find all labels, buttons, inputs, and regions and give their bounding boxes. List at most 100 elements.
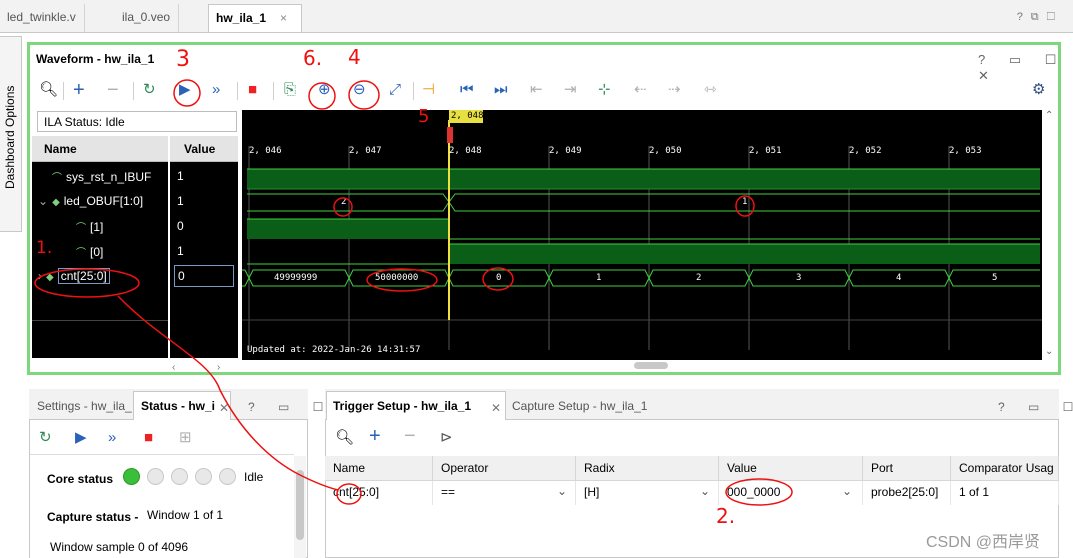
trigger-radix-select[interactable]: [H] ⌄ [576, 481, 719, 505]
zoom-in-icon[interactable]: ⊕ [318, 80, 331, 100]
updated-timestamp: Updated at: 2022-Jan-26 14:31:57 [247, 345, 421, 355]
signal-row[interactable]: ⌒ [1] [76, 219, 103, 234]
auto-trigger-icon[interactable]: ↻ [143, 80, 156, 100]
zoom-out-icon[interactable]: ⊖ [353, 80, 366, 100]
run-immediate-icon[interactable]: » [108, 428, 116, 448]
time-tick: 2, 051 [749, 146, 782, 156]
export-icon[interactable]: ⎘ [284, 80, 296, 100]
core-status-label: Core status [47, 472, 114, 486]
tab-status[interactable]: Status - hw_i [141, 399, 215, 413]
time-tick: 2, 046 [249, 146, 282, 156]
bus-value: 1 [742, 197, 748, 207]
bus-signal-icon: ◆ [46, 272, 54, 283]
go-to-start-icon[interactable]: ⏮ [460, 80, 474, 100]
tab-trigger-setup[interactable]: Trigger Setup - hw_ila_1 [333, 399, 471, 413]
file-tab-hw-ila[interactable]: hw_ila_1 × [208, 4, 302, 32]
auto-trigger-icon[interactable]: ↻ [39, 428, 52, 448]
bus-value: 3 [796, 273, 802, 283]
next-transition-icon[interactable]: ⇥ [564, 80, 577, 100]
annotation-step-2: 2. [716, 504, 736, 528]
signal-row[interactable]: ⌄ ◆ led_OBUF[1:0] [38, 194, 143, 208]
swap-cursors-icon[interactable]: ⇿ [704, 80, 717, 100]
file-tab-ila-veo[interactable]: ila_0.veo [115, 4, 180, 32]
close-tab-icon[interactable]: ✕ [219, 401, 229, 415]
trigger-probe-name[interactable]: cnt[25:0] [325, 481, 433, 505]
trigger-operator-select[interactable]: == ⌄ [433, 481, 576, 505]
name-column-header[interactable]: Name [32, 136, 168, 162]
chevron-down-icon[interactable]: ⌄ [557, 484, 567, 498]
file-tab-label: ila_0.veo [122, 10, 171, 24]
close-tab-icon[interactable]: ✕ [491, 401, 501, 415]
window-controls[interactable]: ?⧉☐ [1017, 11, 1063, 24]
name-scroll-arrows[interactable]: ‹ › [172, 362, 220, 373]
column-header[interactable]: Operator [433, 456, 576, 481]
watermark: CSDN @西岸贤 [926, 534, 1041, 551]
waveform-window-controls[interactable]: ? ▭ ☐ ✕ [978, 52, 1073, 84]
remove-icon[interactable]: − [107, 80, 119, 100]
chevron-right-icon[interactable]: › [38, 269, 42, 283]
go-to-end-icon[interactable]: ⏭ [494, 80, 508, 100]
search-icon[interactable]: 🔍︎ [39, 80, 58, 100]
time-tick: 2, 047 [349, 146, 382, 156]
capture-options-icon[interactable]: ⊞ [179, 428, 192, 448]
dashboard-options-sidebar[interactable]: Dashboard Options [0, 36, 22, 232]
dashboard-options-label: Dashboard Options [3, 85, 17, 189]
capture-status-value: Window 1 of 1 [147, 508, 224, 522]
add-icon[interactable]: + [73, 80, 85, 100]
previous-transition-icon[interactable]: ⇤ [530, 80, 543, 100]
status-indicator-icon [171, 468, 188, 485]
signal-value-list: 1 1 0 1 0 [170, 162, 238, 358]
bit-signal-icon: ⌒ [52, 173, 62, 184]
trigger-port: probe2[25:0] [863, 481, 951, 505]
remove-icon[interactable]: − [404, 426, 416, 446]
add-icon[interactable]: + [369, 426, 381, 446]
time-tick: 2, 048 [449, 146, 482, 156]
column-header[interactable]: Port [863, 456, 951, 481]
column-header[interactable]: Radix [576, 456, 719, 481]
logic-gate-icon[interactable]: ⊳ [440, 428, 453, 448]
stop-trigger-icon[interactable]: ■ [248, 80, 257, 100]
tab-capture-setup[interactable]: Capture Setup - hw_ila_1 [512, 399, 647, 413]
cursor-label[interactable]: 2, 048 [451, 111, 484, 121]
run-trigger-icon[interactable]: ▶ [75, 428, 87, 448]
bus-value: 2 [341, 197, 347, 207]
bus-value: 2 [696, 273, 702, 283]
column-header[interactable]: Comparator Usag [951, 456, 1059, 481]
previous-marker-icon[interactable]: ⇠ [634, 80, 647, 100]
search-icon[interactable]: 🔍︎ [335, 428, 354, 448]
chevron-down-icon[interactable]: ⌄ [38, 194, 48, 208]
zoom-fit-icon[interactable]: ⤢ [389, 80, 401, 100]
chevron-down-icon[interactable]: ⌄ [842, 484, 852, 498]
status-window-controls[interactable]: ? ▭ ☐ [248, 400, 333, 414]
file-tab-label: led_twinkle.v [7, 10, 76, 24]
signal-row[interactable]: ⌒ [0] [76, 244, 103, 259]
trigger-value-input[interactable]: 000_0000 ⌄ [719, 481, 863, 505]
file-tab-label: hw_ila_1 [216, 11, 267, 25]
gear-icon[interactable]: ⚙ [1032, 80, 1045, 100]
trigger-window-controls[interactable]: ? ▭ ☐ [998, 400, 1073, 414]
add-marker-icon[interactable]: ⊹ [598, 80, 611, 100]
signal-row[interactable]: › ◆ cnt[25:0] [38, 268, 110, 284]
go-to-cursor-icon[interactable]: ⊣ [422, 80, 435, 100]
tab-settings[interactable]: Settings - hw_ila_ [37, 399, 132, 413]
next-marker-icon[interactable]: ⇢ [668, 80, 681, 100]
bus-value: 50000000 [375, 273, 419, 283]
run-immediate-icon[interactable]: » [212, 80, 220, 100]
column-header[interactable]: Value [719, 456, 863, 481]
waveform-vertical-scrollbar[interactable]: ⌃ ⌄ [1043, 110, 1057, 360]
column-header[interactable]: Name [325, 456, 433, 481]
waveform-horizontal-scrollbar[interactable] [242, 360, 1042, 372]
close-tab-icon[interactable]: × [280, 11, 287, 25]
signal-row[interactable]: ⌒ sys_rst_n_IBUF [52, 169, 151, 184]
file-tab-led-twinkle[interactable]: led_twinkle.v [0, 4, 85, 32]
annotation-step-4: 4 [348, 45, 361, 69]
waveform-canvas[interactable]: 2, 048 2, 046 2, 047 2, 048 2, 049 2, 05… [242, 110, 1042, 360]
time-tick: 2, 053 [949, 146, 982, 156]
signal-value: 1 [177, 169, 184, 183]
run-trigger-icon[interactable]: ▶ [179, 80, 191, 100]
signal-value: 1 [177, 194, 184, 208]
status-scrollbar[interactable] [294, 456, 306, 558]
chevron-down-icon[interactable]: ⌄ [700, 484, 710, 498]
stop-trigger-icon[interactable]: ■ [144, 428, 153, 448]
value-column-header[interactable]: Value [170, 136, 238, 162]
